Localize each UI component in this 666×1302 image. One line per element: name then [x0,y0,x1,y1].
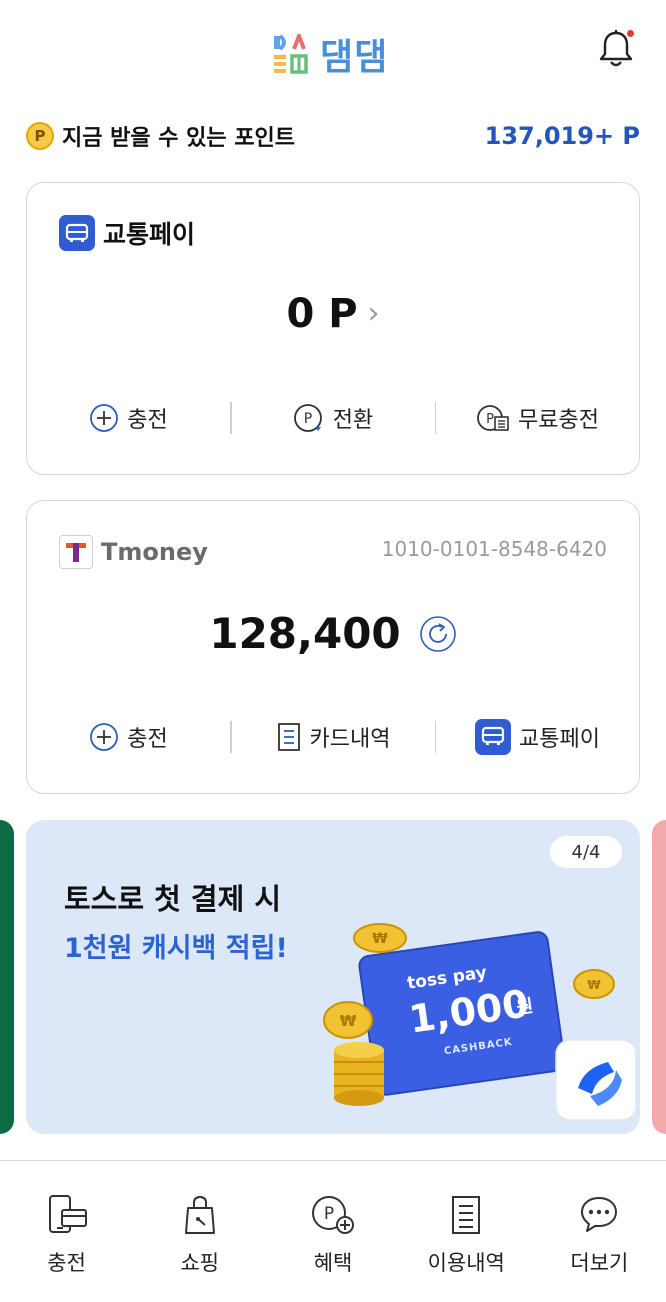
transit-pay-convert-button[interactable]: P 전환 [232,402,435,434]
banner-page-indicator: 4/4 [550,836,622,868]
tab-benefits-label: 혜택 [313,1251,353,1275]
bus-icon [59,215,95,251]
points-value[interactable]: 137,019+ P [485,122,640,150]
tab-shopping[interactable]: 쇼핑 [133,1161,266,1302]
plus-circle-icon [89,722,119,752]
tmoney-card-history-button[interactable]: 카드내역 [232,721,435,753]
banner-subheadline: 1천원 캐시백 적립! [64,933,288,964]
document-icon [276,722,302,752]
won-coin-symbol: ₩ [372,931,388,947]
tmoney-balance-row: 128,400 [27,609,639,658]
transit-pay-charge-label: 충전 [127,408,168,433]
svg-text:P: P [304,411,312,427]
transit-pay-charge-button[interactable]: 충전 [27,402,230,434]
tmoney-balance: 128,400 [209,609,401,658]
transit-pay-amount[interactable]: 0 P › [27,291,639,337]
tmoney-logo: Tmoney [59,535,208,569]
point-convert-icon: P [293,403,325,433]
tab-charge-label: 충전 [47,1251,86,1275]
tmoney-card-number: 1010-0101-8548-6420 [381,537,607,561]
point-plus-icon: P [310,1193,356,1237]
transit-pay-title: 교통페이 [59,215,195,251]
tmoney-card-history-label: 카드내역 [309,727,391,752]
previous-banner-peek[interactable] [0,820,14,1134]
tmoney-brand: Tmoney [101,538,208,566]
tmoney-transit-pay-button[interactable]: 교통페이 [436,719,639,755]
phone-card-icon [46,1193,88,1237]
point-coin-icon: P [26,122,54,150]
app-name: 댐댐 [320,37,389,78]
next-banner-peek[interactable] [652,820,666,1134]
points-label: 지금 받을 수 있는 포인트 [62,126,296,151]
bus-icon [475,719,512,755]
tab-more-label: 더보기 [570,1251,629,1275]
chat-more-icon [579,1193,619,1237]
transit-pay-free-charge-button[interactable]: P 무료충전 [436,402,639,434]
refresh-icon[interactable] [419,615,457,653]
logo-mark-icon [272,30,310,74]
tab-shopping-label: 쇼핑 [180,1251,220,1275]
plus-circle-icon [89,403,119,433]
transit-pay-actions: 충전 P 전환 P 무료충전 [27,396,639,440]
shopping-bag-icon [183,1193,217,1237]
available-points-row[interactable]: P 지금 받을 수 있는 포인트 137,019+ P [26,116,640,156]
transit-pay-free-charge-label: 무료충전 [518,408,599,433]
tmoney-card: Tmoney 1010-0101-8548-6420 128,400 충전 카드… [26,500,640,794]
promo-banner[interactable]: 4/4 토스로 첫 결제 시 1천원 캐시백 적립! toss pay 1,00… [26,820,640,1134]
cashback-illustration: toss pay 1,000 원 CASHBACK ₩ ₩ ₩ [323,923,636,1121]
tab-history-label: 이용내역 [427,1251,505,1275]
tab-history[interactable]: 이용내역 [400,1161,533,1302]
tmoney-t-icon [59,535,93,569]
svg-text:P: P [324,1204,334,1224]
transit-pay-title-text: 교통페이 [103,220,196,249]
app-logo: 댐댐 [272,28,388,80]
notification-dot [627,30,634,37]
tmoney-actions: 충전 카드내역 교통페이 [27,715,639,759]
cashback-unit: 원 [515,996,534,1019]
chevron-right-icon: › [367,296,380,331]
tab-benefits[interactable]: P 혜택 [266,1161,399,1302]
tmoney-charge-label: 충전 [127,727,168,752]
svg-text:P: P [486,412,494,427]
tmoney-transit-pay-label: 교통페이 [519,727,600,752]
point-card-icon: P [476,403,510,433]
transit-pay-card: 교통페이 0 P › 충전 P 전환 P 무료충전 [26,182,640,475]
banner-headline: 토스로 첫 결제 시 [64,882,282,916]
tab-more[interactable]: 더보기 [533,1161,666,1302]
bottom-tab-bar: 충전 쇼핑 P 혜택 이용내역 더보기 [0,1160,666,1302]
list-document-icon [450,1193,482,1237]
tab-charge[interactable]: 충전 [0,1161,133,1302]
won-coin-symbol: ₩ [340,1012,357,1030]
tmoney-charge-button[interactable]: 충전 [27,721,230,753]
transit-pay-amount-value: 0 P [286,291,358,337]
app-header: 댐댐 [0,0,666,100]
transit-pay-convert-label: 전환 [332,408,374,433]
won-coin-symbol: ₩ [587,978,601,992]
